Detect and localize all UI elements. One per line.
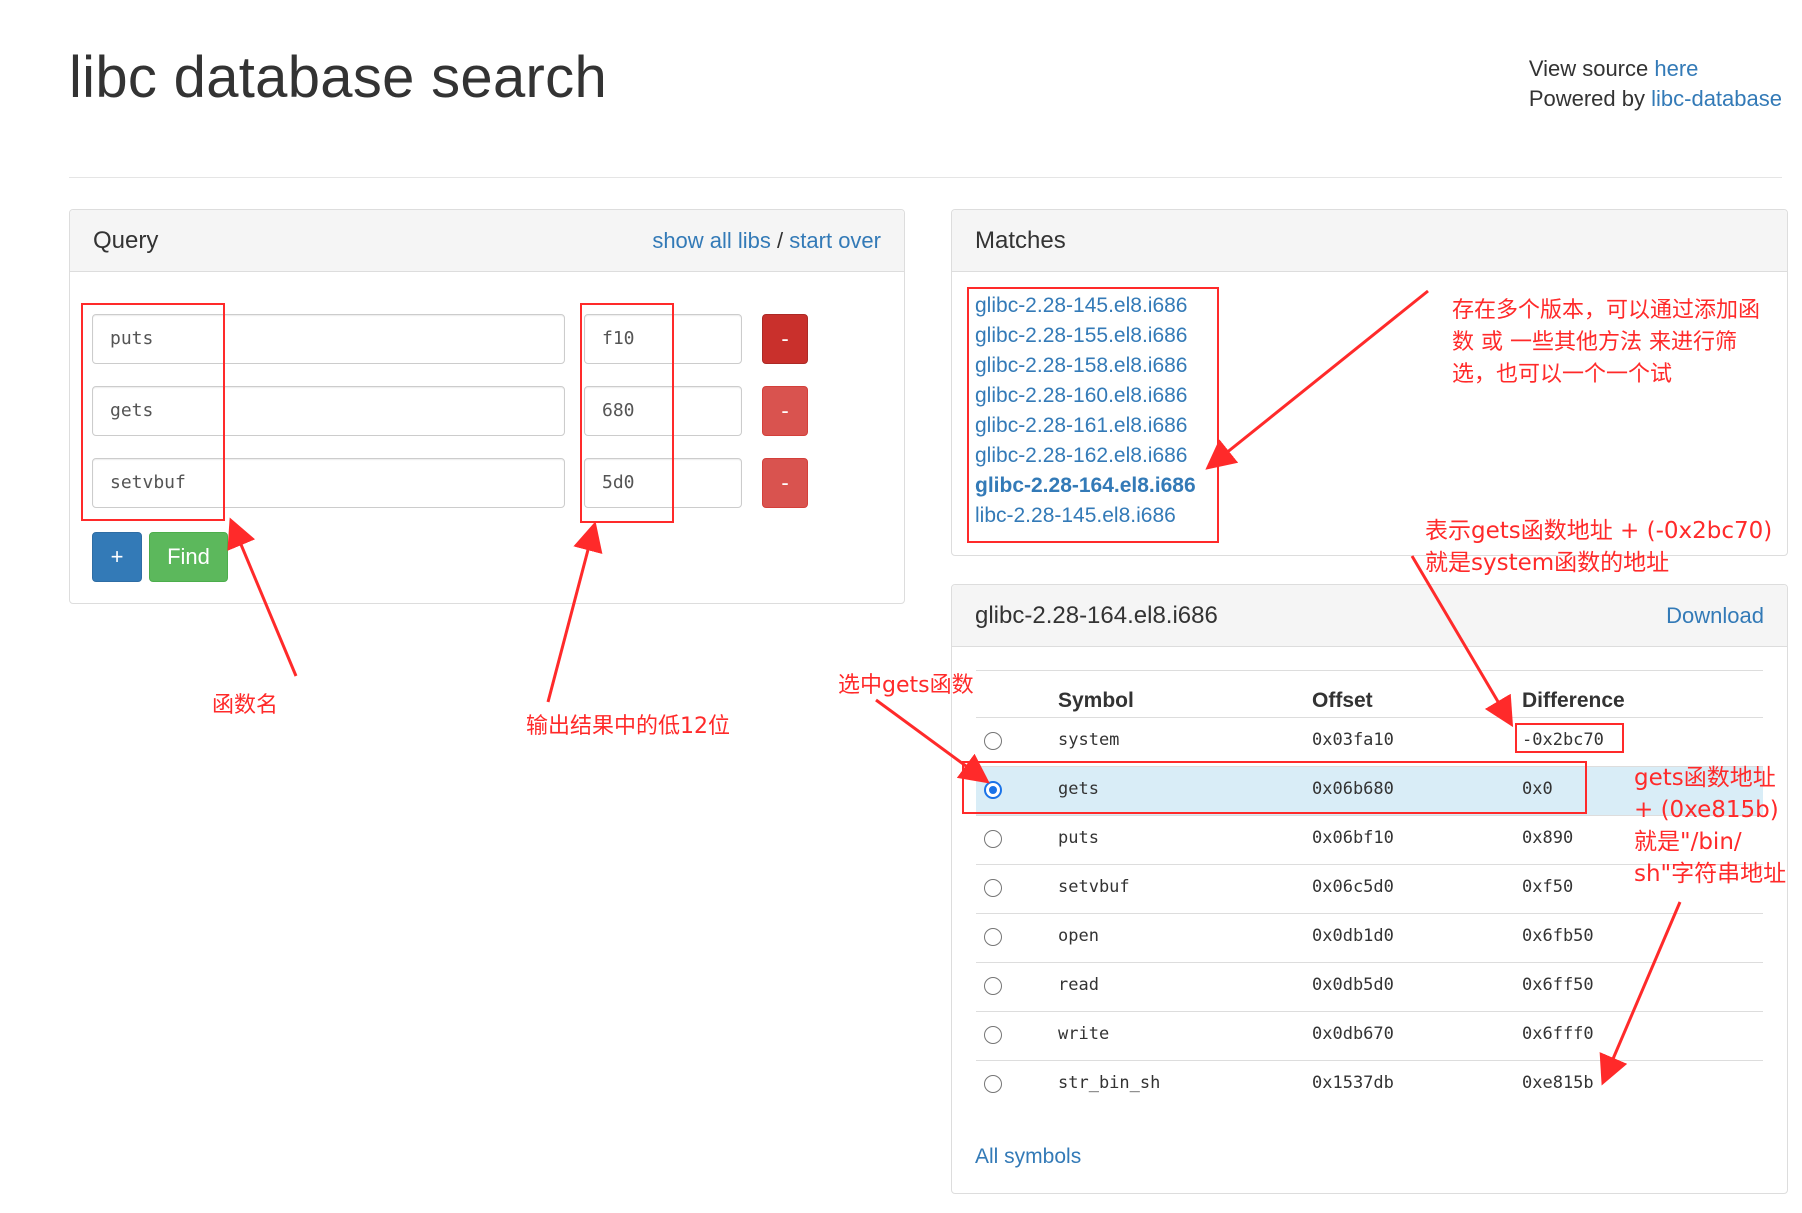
arrow-binsh [1599,901,1682,1086]
arrow-versions [1205,289,1429,470]
annotation-arrows [227,289,1682,1086]
arrow-select-gets [875,698,990,784]
arrow-function-name [227,517,298,677]
arrow-difference [1410,555,1514,728]
arrow-low12 [546,521,603,703]
